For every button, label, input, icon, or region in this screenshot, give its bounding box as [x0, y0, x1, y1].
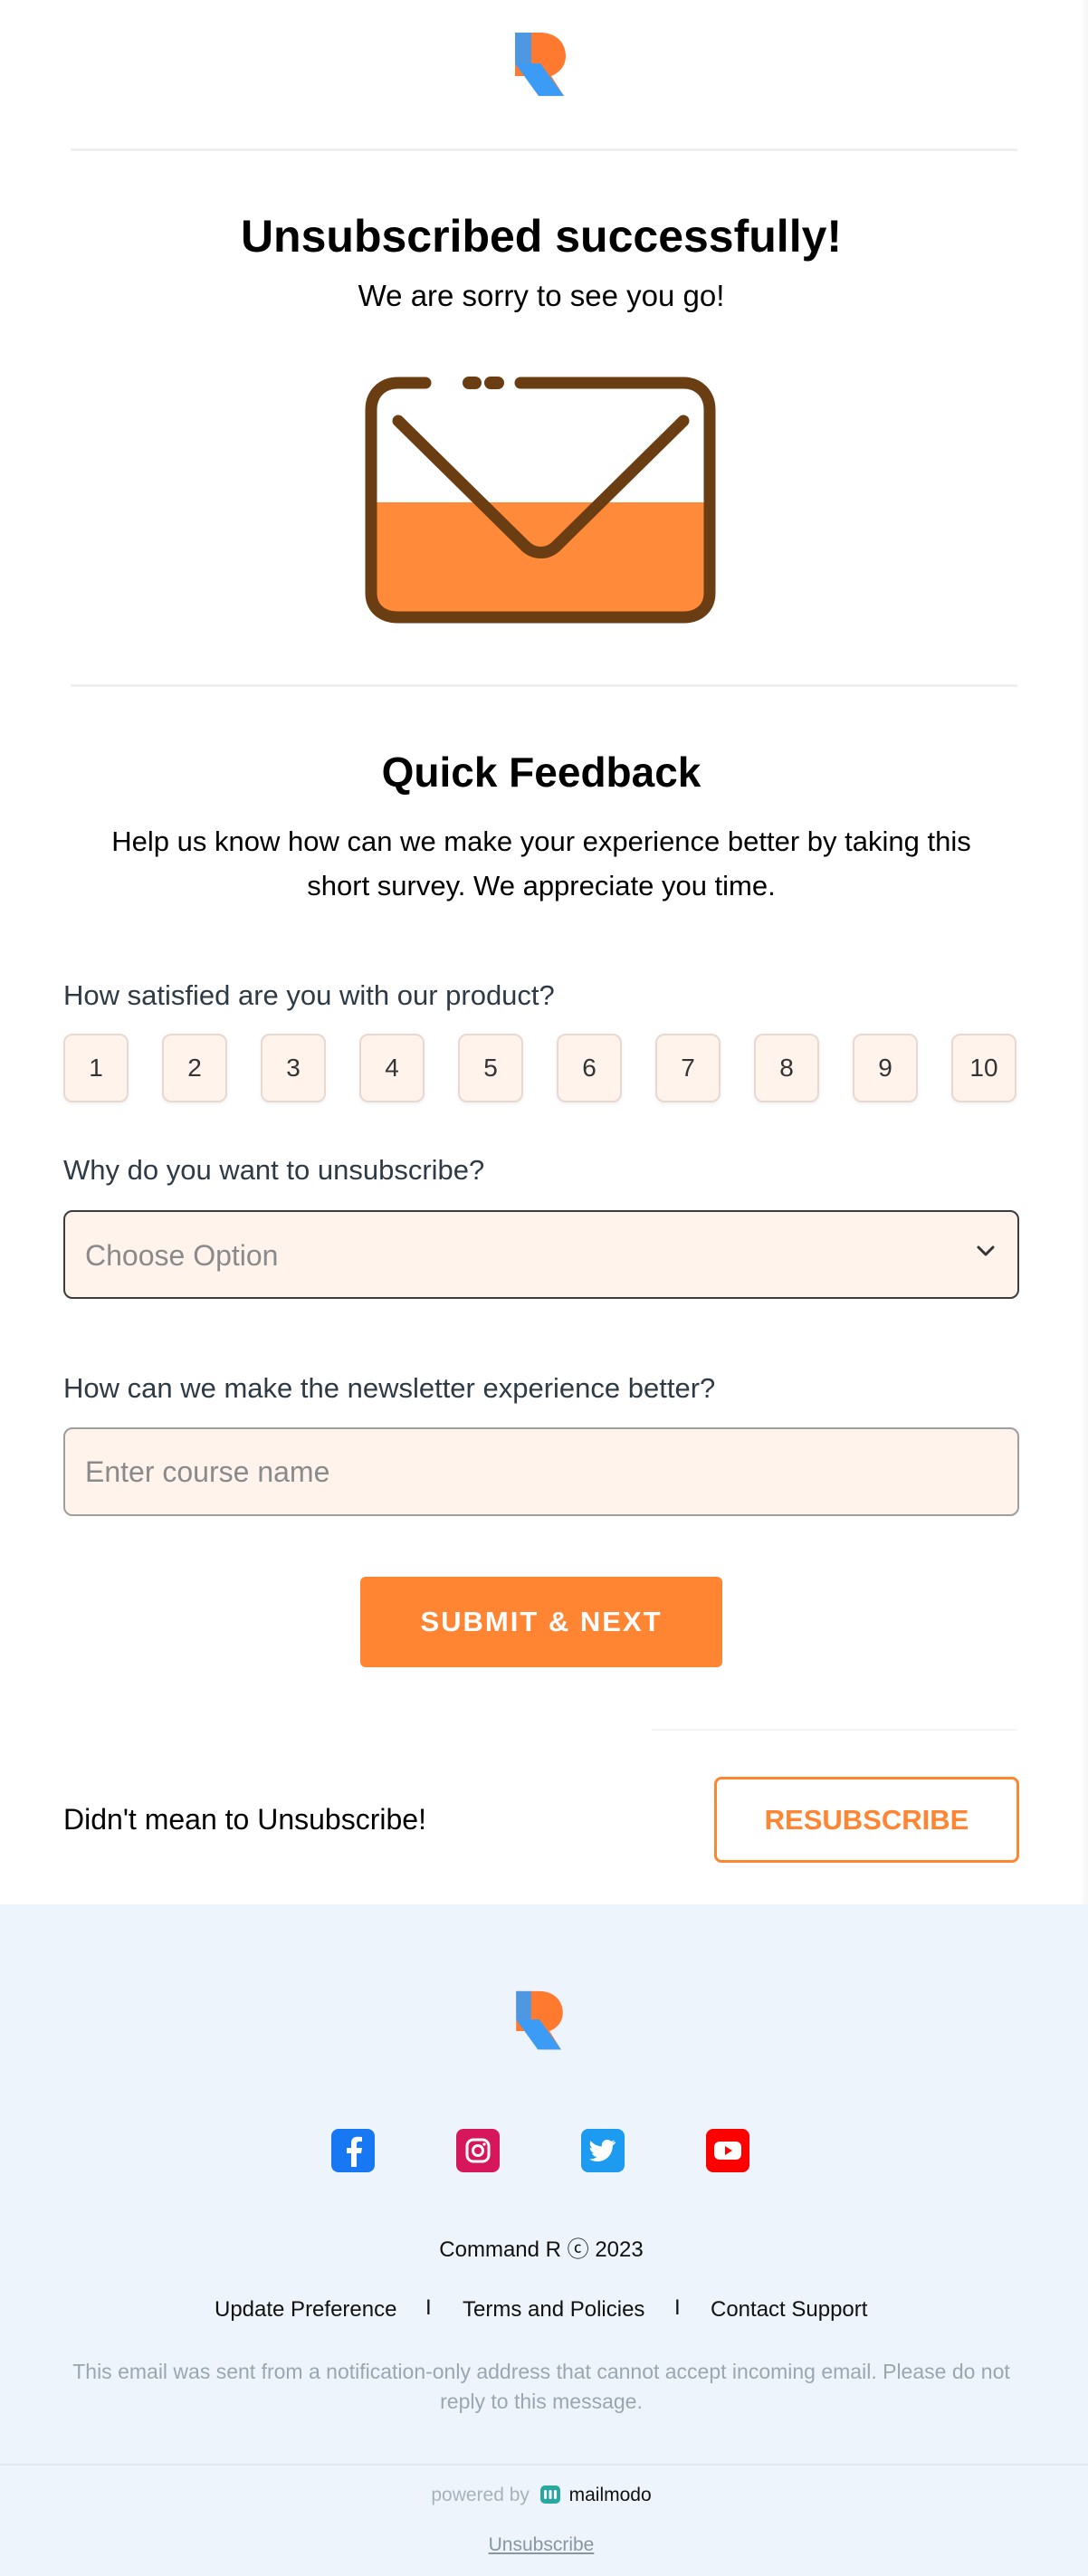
rating-option-4[interactable]: 4 — [359, 1034, 425, 1102]
copyright-text: Command R ⓒ 2023 — [439, 2237, 644, 2262]
rating-option-9[interactable]: 9 — [853, 1034, 918, 1102]
link-separator: I — [674, 2295, 681, 2320]
divider — [71, 684, 1017, 687]
envelope-illustration — [362, 371, 720, 634]
feedback-title: Quick Feedback — [381, 749, 701, 796]
footer-divider — [0, 2464, 1088, 2466]
contact-support-link[interactable]: Contact Support — [711, 2297, 867, 2323]
rating-option-6[interactable]: 6 — [557, 1034, 622, 1102]
link-separator: I — [425, 2295, 432, 2320]
terms-and-policies-link[interactable]: Terms and Policies — [463, 2297, 644, 2323]
feedback-description-line-2: short survey. We appreciate you time. — [307, 870, 776, 902]
mailmodo-logo-icon — [539, 2485, 560, 2509]
question-improvement-label: How can we make the newsletter experienc… — [63, 1372, 716, 1404]
update-preference-link[interactable]: Update Preference — [215, 2297, 396, 2323]
mailmodo-brand: mailmodo — [568, 2485, 652, 2505]
page-subtitle: We are sorry to see you go! — [358, 279, 725, 312]
footer-brand-logo — [514, 1989, 565, 2053]
rating-option-8[interactable]: 8 — [754, 1034, 819, 1102]
reason-select-value: Choose Option — [85, 1239, 279, 1272]
unsubscribe-page: Unsubscribed successfully! We are sorry … — [0, 0, 1088, 2576]
submit-next-button[interactable]: SUBMIT & NEXT — [360, 1577, 722, 1667]
rating-option-3[interactable]: 3 — [261, 1034, 326, 1102]
chevron-down-icon — [976, 1245, 996, 1262]
improvement-input[interactable] — [63, 1427, 1019, 1516]
resubscribe-button[interactable]: RESUBSCRIBE — [714, 1777, 1019, 1863]
brand-logo — [513, 31, 568, 100]
satisfaction-scale: 1 2 3 4 5 6 7 8 9 10 — [63, 1034, 1019, 1104]
youtube-icon[interactable] — [706, 2129, 749, 2172]
unsubscribe-link[interactable]: Unsubscribe — [0, 2534, 1083, 2556]
resubscribe-prompt: Didn't mean to Unsubscribe! — [63, 1803, 426, 1836]
no-reply-note: This email was sent from a notification-… — [72, 2360, 1010, 2413]
divider — [652, 1729, 1017, 1731]
rating-option-5[interactable]: 5 — [458, 1034, 523, 1102]
envelope-icon — [365, 377, 716, 624]
powered-by-label: powered by — [431, 2485, 530, 2505]
page-title: Unsubscribed successfully! — [240, 211, 843, 262]
powered-by[interactable]: powered by mailmodo — [0, 2485, 1083, 2509]
r-logo-icon — [516, 1990, 563, 2050]
instagram-icon[interactable] — [456, 2129, 500, 2172]
rating-option-2[interactable]: 2 — [162, 1034, 227, 1102]
r-logo-icon — [515, 33, 566, 96]
rating-option-7[interactable]: 7 — [655, 1034, 721, 1102]
reason-select[interactable]: Choose Option — [63, 1210, 1019, 1299]
rating-option-1[interactable]: 1 — [63, 1034, 129, 1102]
question-satisfaction-label: How satisfied are you with our product? — [63, 979, 555, 1011]
divider — [71, 148, 1017, 151]
twitter-icon[interactable] — [581, 2129, 625, 2172]
feedback-description-line-1: Help us know how can we make your experi… — [111, 825, 971, 857]
rating-option-10[interactable]: 10 — [951, 1034, 1016, 1102]
facebook-icon[interactable] — [331, 2129, 375, 2172]
question-reason-label: Why do you want to unsubscribe? — [63, 1154, 485, 1186]
